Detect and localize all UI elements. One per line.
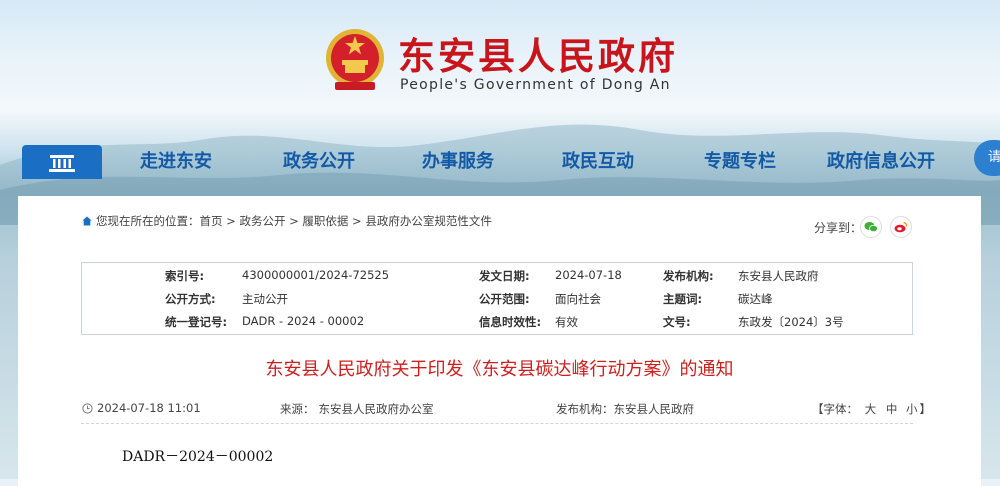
font-medium-button[interactable]: 中 xyxy=(886,402,898,416)
font-large-button[interactable]: 大 xyxy=(865,402,877,416)
nav-item-info-disclosure[interactable]: 政府信息公开 xyxy=(827,145,935,179)
breadcrumb: 您现在所在的位置： 首页 > 政务公开 > 履职依据 > 县政府办公室规范性文件 xyxy=(82,213,492,229)
font-size-label: 【字体： xyxy=(812,402,858,416)
nav-item-services[interactable]: 办事服务 xyxy=(422,145,494,179)
nav-item-gov-affairs[interactable]: 政务公开 xyxy=(283,145,355,179)
nav-item-about[interactable]: 走进东安 xyxy=(140,145,212,179)
weibo-share-button[interactable] xyxy=(890,216,912,238)
document-meta-table: 索引号: 4300000001/2024-72525 发文日期: 2024-07… xyxy=(81,262,913,335)
share-label: 分享到： xyxy=(814,221,863,235)
doc-number-label: 文号: xyxy=(663,315,691,329)
source-value: 东安县人民政府办公室 xyxy=(318,402,434,416)
location-home-icon xyxy=(82,216,92,226)
breadcrumb-gov-affairs[interactable]: 政务公开 xyxy=(239,213,285,229)
nav-home-button[interactable] xyxy=(22,145,102,179)
scope-label: 公开范围: xyxy=(479,292,530,306)
breadcrumb-separator: > xyxy=(348,214,366,228)
breadcrumb-home[interactable]: 首页 xyxy=(200,213,223,229)
breadcrumb-basis[interactable]: 履职依据 xyxy=(302,213,348,229)
org-value: 东安县人民政府 xyxy=(738,269,819,283)
wechat-icon xyxy=(864,222,878,233)
wechat-share-button[interactable] xyxy=(860,216,882,238)
scope-value: 面向社会 xyxy=(555,292,601,306)
nav-item-interaction[interactable]: 政民互动 xyxy=(562,145,634,179)
document-registration-number: DADR－2024－00002 xyxy=(122,449,274,465)
divider xyxy=(81,423,913,424)
mode-label: 公开方式: xyxy=(165,292,216,306)
clock-icon xyxy=(82,402,93,414)
breadcrumb-separator: > xyxy=(222,214,240,228)
subject-label: 主题词: xyxy=(663,292,703,306)
breadcrumb-current[interactable]: 县政府办公室规范性文件 xyxy=(365,213,492,229)
date-label: 发文日期: xyxy=(479,269,530,283)
index-value: 4300000001/2024-72525 xyxy=(242,268,390,282)
source-label: 来源： xyxy=(280,402,315,416)
date-value: 2024-07-18 xyxy=(555,268,622,282)
national-emblem-icon xyxy=(326,29,384,90)
validity-label: 信息时效性: xyxy=(479,315,542,329)
publish-datetime: 2024-07-18 11:01 xyxy=(82,401,201,415)
font-small-button[interactable]: 小 xyxy=(906,402,918,416)
breadcrumb-prefix: 您现在所在的位置： xyxy=(96,214,200,228)
subject-value: 碳达峰 xyxy=(738,292,773,306)
document-title: 东安县人民政府关于印发《东安县碳达峰行动方案》的通知 xyxy=(265,359,734,380)
site-title: 东安县人民政府 xyxy=(398,34,678,78)
mode-value: 主动公开 xyxy=(242,292,288,306)
weibo-icon xyxy=(894,221,908,233)
publish-datetime-text: 2024-07-18 11:01 xyxy=(97,401,201,415)
nav-item-topics[interactable]: 专题专栏 xyxy=(704,145,776,179)
code-label: 统一登记号: xyxy=(165,315,228,329)
font-size-close: 】 xyxy=(919,402,931,416)
code-value: DADR - 2024 - 00002 xyxy=(242,314,365,328)
site-subtitle: People's Government of Dong An xyxy=(400,77,671,93)
validity-value: 有效 xyxy=(555,315,578,329)
source-info: 来源： 东安县人民政府办公室 xyxy=(280,401,434,417)
font-size-control: 【字体： 大 中 小】 xyxy=(812,401,931,417)
home-gate-icon xyxy=(49,155,75,172)
org-label: 发布机构: xyxy=(663,269,714,283)
content-panel: 您现在所在的位置： 首页 > 政务公开 > 履职依据 > 县政府办公室规范性文件… xyxy=(18,196,981,486)
publisher-info: 发布机构：东安县人民政府 xyxy=(556,402,694,416)
doc-number-value: 东政发〔2024〕3号 xyxy=(738,315,844,329)
breadcrumb-separator: > xyxy=(285,214,303,228)
index-label: 索引号: xyxy=(165,269,205,283)
